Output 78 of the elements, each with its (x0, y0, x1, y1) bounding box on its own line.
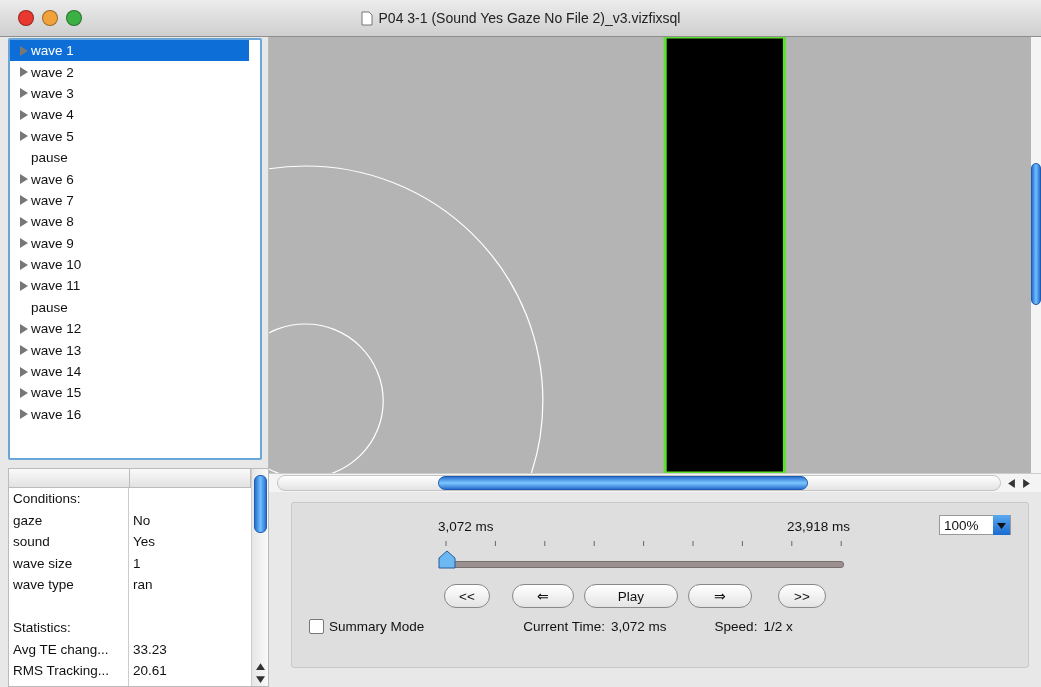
collapsed-triangle-icon[interactable] (19, 88, 28, 99)
table-cell-text: 33.23 (132, 641, 168, 657)
close-button[interactable] (18, 10, 34, 26)
table-cell-text: gaze (12, 512, 44, 528)
scrollbar-thumb[interactable] (438, 476, 808, 490)
table-cell-text: ran (132, 577, 154, 593)
minimize-button[interactable] (42, 10, 58, 26)
section-heading: Conditions: (12, 491, 82, 507)
arrow-down-icon[interactable] (255, 675, 265, 684)
playback-button[interactable]: ⇒ (688, 584, 752, 608)
tree-item[interactable]: wave 1 (10, 40, 249, 62)
tree-item[interactable]: wave 13 (10, 339, 249, 361)
horizontal-scrollbar[interactable] (269, 473, 1041, 492)
collapsed-triangle-icon[interactable] (19, 131, 28, 142)
table-cell-text: 1 (132, 555, 142, 571)
table-cell-text: wave size (12, 555, 74, 571)
table-cell-text: wave type (12, 577, 75, 593)
table-cell-text: 20.61 (132, 663, 168, 679)
playback-button[interactable]: >> (778, 584, 826, 608)
scrollbar-thumb[interactable] (253, 475, 267, 533)
zoom-button[interactable] (66, 10, 82, 26)
tree-item[interactable]: wave 11 (10, 275, 249, 297)
collapsed-triangle-icon[interactable] (19, 195, 28, 206)
collapsed-triangle-icon[interactable] (19, 409, 28, 420)
tree-item[interactable]: wave 5 (10, 125, 249, 147)
tree-item[interactable]: wave 7 (10, 189, 249, 212)
tree-item[interactable]: wave 9 (10, 232, 249, 254)
collapsed-triangle-icon[interactable] (19, 238, 28, 249)
summary-mode-checkbox[interactable]: Summary Mode (309, 619, 425, 634)
collapsed-triangle-icon[interactable] (19, 174, 28, 185)
tree-item[interactable]: wave 3 (10, 82, 249, 105)
vertical-scrollbar[interactable] (251, 469, 268, 686)
table-cell-text: sound (12, 534, 51, 550)
zoom-dropdown[interactable]: 100% (939, 515, 1011, 535)
collapsed-triangle-icon[interactable] (19, 345, 28, 356)
tree-item[interactable]: wave 6 (10, 168, 249, 190)
collapsed-triangle-icon[interactable] (19, 387, 28, 398)
collapsed-triangle-icon[interactable] (19, 323, 28, 334)
vertical-scrollbar[interactable] (1031, 37, 1041, 473)
collapsed-triangle-icon[interactable] (19, 109, 28, 120)
time-slider[interactable] (438, 550, 844, 570)
tree-item[interactable]: wave 2 (10, 61, 249, 83)
document-icon (360, 10, 373, 26)
caret-icon (993, 515, 1010, 535)
collapsed-triangle-icon[interactable] (19, 281, 28, 291)
playback-button[interactable]: Play (584, 584, 678, 608)
collapsed-triangle-icon[interactable] (19, 216, 28, 227)
collapsed-triangle-icon[interactable] (19, 366, 28, 377)
collapsed-triangle-icon[interactable] (19, 67, 28, 78)
slider-thumb[interactable] (438, 550, 456, 570)
tree-item[interactable]: pause (10, 296, 249, 319)
tree-item[interactable]: wave 12 (10, 318, 249, 340)
arrow-left-icon[interactable] (1007, 478, 1016, 488)
tree-item[interactable]: wave 4 (10, 104, 249, 126)
table-cell-text: No (132, 512, 152, 528)
arrow-up-icon[interactable] (255, 662, 265, 671)
window-title: P04 3-1 (Sound Yes Gaze No File 2)_v3.vizfixsql (378, 10, 681, 26)
playback-button[interactable]: ⇐ (512, 584, 574, 608)
speed-label: Speed: (714, 619, 758, 634)
tree-item[interactable]: pause (10, 146, 249, 169)
tree-item[interactable]: wave 10 (10, 253, 249, 276)
scrollbar-thumb[interactable] (1031, 163, 1041, 305)
arrow-right-icon[interactable] (1022, 478, 1031, 488)
table-cell-text: Avg TE chang... (12, 641, 110, 657)
tree-item[interactable]: wave 16 (10, 403, 249, 426)
end-time: 23,918 ms (786, 519, 850, 534)
tree-item[interactable]: wave 14 (10, 360, 249, 383)
start-time: 3,072 ms (438, 519, 494, 534)
table-cell-text: RMS Tracking... (12, 663, 111, 679)
playback-button[interactable]: << (444, 584, 490, 608)
table-cell-text: Yes (132, 534, 157, 550)
current-time-label: Current Time: (523, 619, 606, 634)
section-heading: Statistics: (12, 620, 72, 636)
tree-item[interactable]: wave 8 (10, 211, 249, 233)
tree-item[interactable]: wave 15 (10, 382, 249, 404)
collapsed-triangle-icon[interactable] (19, 259, 28, 270)
speed-value: 1/2 x (763, 619, 793, 634)
current-time-value: 3,072 ms (611, 619, 667, 634)
